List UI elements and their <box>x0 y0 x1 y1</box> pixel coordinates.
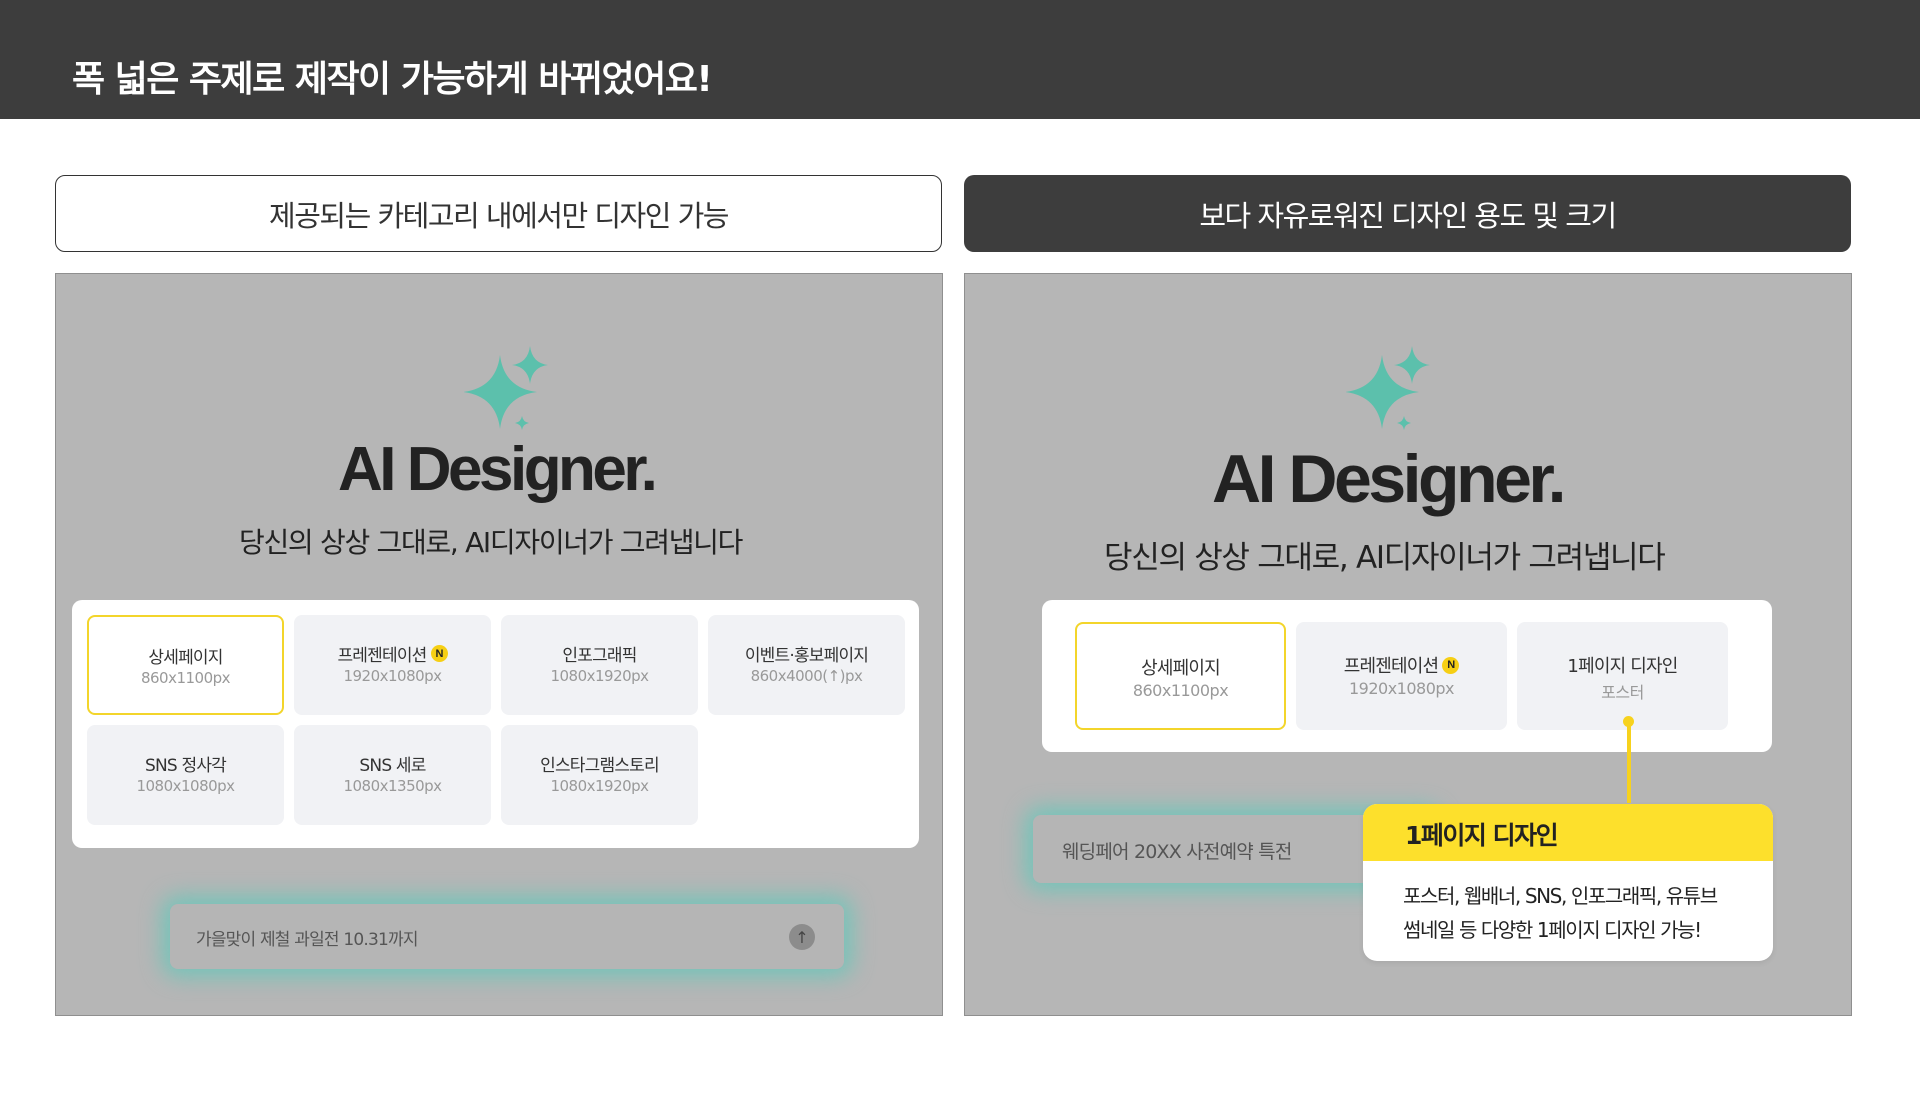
option-name: 이벤트·홍보페이지 <box>744 646 869 666</box>
prompt-text: 웨딩페어 20XX 사전예약 특전 <box>1062 841 1292 863</box>
callout-description: 포스터, 웹배너, SNS, 인포그래픽, 유튜브 썸네일 등 다양한 1페이지… <box>1403 879 1753 947</box>
option-sns-vertical[interactable]: SNS 세로 1080x1350px <box>294 725 491 825</box>
option-presentation[interactable]: 프레젠테이션 N 1920x1080px <box>294 615 491 715</box>
option-name: 상세페이지 <box>148 648 223 668</box>
new-badge: N <box>430 645 448 662</box>
option-name: SNS 세로 <box>359 756 426 776</box>
option-name: SNS 정사각 <box>144 756 227 776</box>
option-detail-page[interactable]: 상세페이지 860x1100px <box>1075 622 1286 730</box>
option-size: 1080x1080px <box>136 777 235 795</box>
before-label: 제공되는 카테고리 내에서만 디자인 가능 <box>55 175 942 252</box>
option-size: 1920x1080px <box>343 667 442 685</box>
after-label: 보다 자유로워진 디자인 용도 및 크기 <box>964 175 1851 252</box>
new-badge: N <box>1442 656 1460 674</box>
option-name: 프레젠테이션 <box>1343 656 1439 677</box>
category-card: 상세페이지 860x1100px 프레젠테이션 N 1920x1080px 1페이… <box>1042 600 1772 752</box>
arrow-up-icon[interactable]: ↑ <box>789 924 815 950</box>
tagline: 당신의 상상 그대로, AI디자이너가 그려냅니다 <box>239 526 743 559</box>
option-detail-page[interactable]: 상세페이지 860x1100px <box>87 615 284 715</box>
option-sns-square[interactable]: SNS 정사각 1080x1080px <box>87 725 284 825</box>
before-screenshot-panel: AI Designer. 당신의 상상 그대로, AI디자이너가 그려냅니다 상… <box>55 273 943 1016</box>
option-instagram-story[interactable]: 인스타그램스토리 1080x1920px <box>501 725 698 825</box>
option-name: 프레젠테이션 <box>337 646 427 666</box>
sparkle-icon <box>464 346 548 430</box>
sparkle-icon <box>1346 346 1430 430</box>
option-presentation[interactable]: 프레젠테이션 N 1920x1080px <box>1296 622 1507 730</box>
option-name: 상세페이지 <box>1141 658 1221 679</box>
option-name: 인포그래픽 <box>562 646 637 666</box>
option-name: 1페이지 디자인 <box>1567 656 1678 677</box>
option-size: 1080x1920px <box>550 667 649 685</box>
option-size: 1080x1920px <box>550 777 649 795</box>
option-size: 1920x1080px <box>1348 679 1455 698</box>
option-size: 860x4000(↑)px <box>750 667 863 685</box>
callout-title: 1페이지 디자인 <box>1405 821 1559 850</box>
option-name: 인스타그램스토리 <box>540 756 660 776</box>
callout-line: 포스터, 웹배너, SNS, 인포그래픽, 유튜브 <box>1403 884 1718 908</box>
ai-designer-logo: AI Designer. <box>1212 441 1567 517</box>
option-size: 1080x1350px <box>343 777 442 795</box>
prompt-text: 가을맞이 제철 과일전 10.31까지 <box>196 930 419 950</box>
option-size: 860x1100px <box>140 669 231 687</box>
option-size: 포스터 <box>1601 683 1644 702</box>
ai-designer-logo: AI Designer. <box>338 435 658 504</box>
after-screenshot-panel: AI Designer. 당신의 상상 그대로, AI디자이너가 그려냅니다 상… <box>964 273 1852 1016</box>
callout-line: 썸네일 등 다양한 1페이지 디자인 가능! <box>1403 918 1702 942</box>
one-page-design-callout: 1페이지 디자인 포스터, 웹배너, SNS, 인포그래픽, 유튜브 썸네일 등… <box>1363 804 1773 961</box>
header-bar: 폭 넓은 주제로 제작이 가능하게 바뀌었어요! <box>0 0 1920 119</box>
page-title: 폭 넓은 주제로 제작이 가능하게 바뀌었어요! <box>72 59 713 100</box>
tagline: 당신의 상상 그대로, AI디자이너가 그려냅니다 <box>1104 540 1666 576</box>
option-event-page[interactable]: 이벤트·홍보페이지 860x4000(↑)px <box>708 615 905 715</box>
option-size: 860x1100px <box>1132 681 1229 700</box>
option-infographic[interactable]: 인포그래픽 1080x1920px <box>501 615 698 715</box>
category-card: 상세페이지 860x1100px 프레젠테이션 N 1920x1080px 인포그… <box>72 600 919 848</box>
prompt-input[interactable]: 가을맞이 제철 과일전 10.31까지 ↑ <box>170 904 844 969</box>
connector-line <box>1627 721 1631 803</box>
option-one-page-design[interactable]: 1페이지 디자인 포스터 <box>1517 622 1728 730</box>
